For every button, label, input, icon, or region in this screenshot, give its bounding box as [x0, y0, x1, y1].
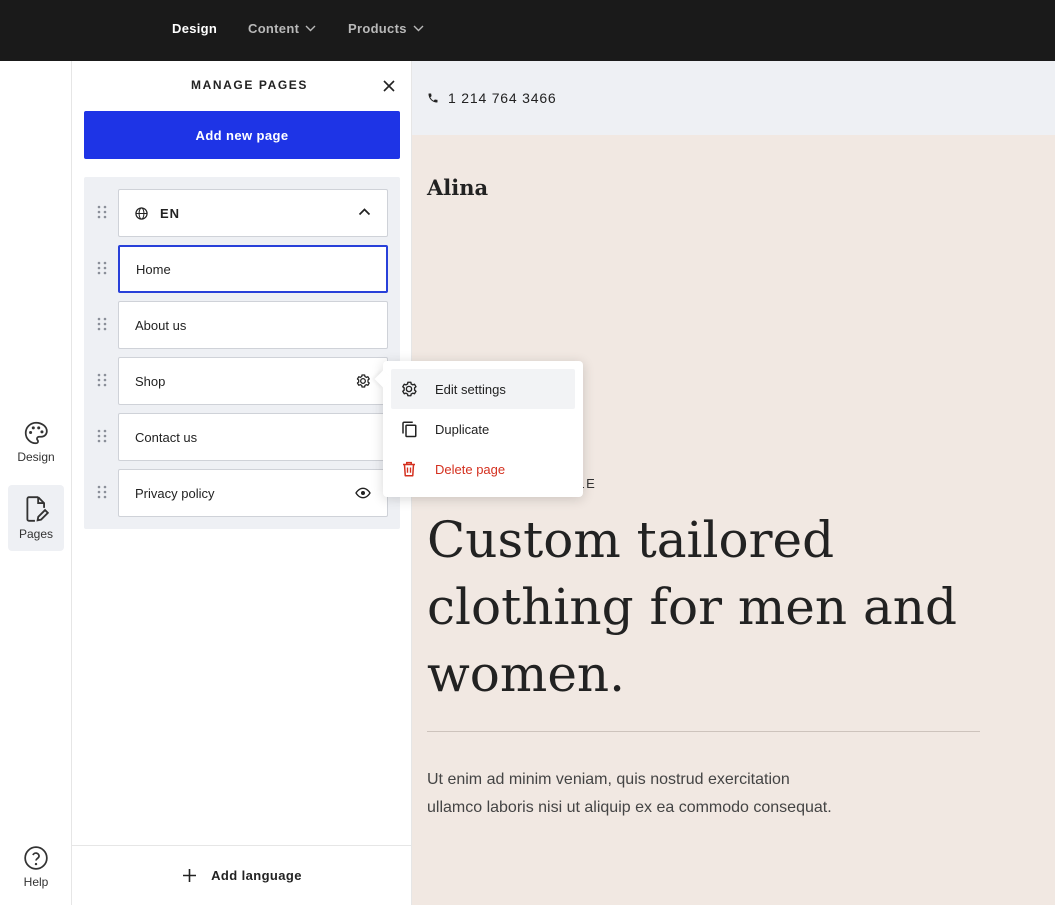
- menu-item-duplicate[interactable]: Duplicate: [391, 409, 575, 449]
- page-context-menu: Edit settings Duplicate Delete page: [374, 361, 583, 497]
- page-label: About us: [135, 317, 187, 333]
- nav-content[interactable]: Content: [248, 0, 316, 57]
- menu-item-delete-page[interactable]: Delete page: [391, 449, 575, 489]
- page-label: Privacy policy: [135, 485, 215, 501]
- phone-icon: [428, 93, 438, 103]
- page-tree: EN Home About us Shop Contact us Privacy…: [84, 177, 400, 529]
- globe-icon: [135, 206, 148, 220]
- menu-item-edit-settings[interactable]: Edit settings: [391, 369, 575, 409]
- page-row-shop[interactable]: Shop: [118, 357, 388, 405]
- plus-icon: [183, 869, 197, 882]
- hero-headline: Custom tailored clothing for men and wom…: [427, 511, 958, 703]
- language-label: EN: [160, 205, 181, 221]
- page-row-about-us[interactable]: About us: [118, 301, 388, 349]
- eye-icon[interactable]: [355, 485, 371, 501]
- trash-icon: [403, 461, 415, 477]
- rail-pages-label: Pages: [18, 527, 54, 541]
- language-row[interactable]: EN: [118, 189, 388, 237]
- page-label: Home: [136, 261, 171, 277]
- add-new-page-button[interactable]: Add new page: [84, 111, 400, 159]
- page-row-contact-us[interactable]: Contact us: [118, 413, 388, 461]
- page-edit-icon: [26, 496, 49, 522]
- drag-handle-icon[interactable]: [97, 317, 107, 331]
- top-bar: Design Content Products: [0, 0, 1055, 61]
- menu-item-label: Edit settings: [435, 381, 506, 397]
- rail-design-button[interactable]: Design: [8, 409, 64, 475]
- drag-handle-icon[interactable]: [97, 261, 107, 275]
- chevron-down-icon: [305, 25, 316, 32]
- add-language-label: Add language: [211, 868, 302, 883]
- page-label: Contact us: [135, 429, 198, 445]
- drag-handle-icon[interactable]: [97, 485, 107, 499]
- nav-design[interactable]: Design: [172, 0, 217, 57]
- rail-help-button[interactable]: Help: [8, 834, 64, 900]
- menu-item-label: Delete page: [435, 461, 506, 477]
- chevron-up-icon[interactable]: [358, 207, 371, 216]
- rail-help-label: Help: [23, 875, 49, 889]
- page-row-privacy-policy[interactable]: Privacy policy: [118, 469, 388, 517]
- nav-products-label: Products: [348, 21, 407, 36]
- nav-content-label: Content: [248, 21, 300, 36]
- page-label: Shop: [135, 373, 166, 389]
- left-rail: Design Pages Help: [0, 61, 72, 905]
- menu-item-label: Duplicate: [435, 421, 490, 437]
- site-brand: Alina: [427, 175, 489, 200]
- rail-pages-button[interactable]: Pages: [8, 485, 64, 551]
- nav-design-label: Design: [172, 21, 218, 36]
- manage-pages-panel: MANAGE PAGES Add new page EN Home About …: [72, 61, 412, 905]
- hero-body: Ut enim ad minim veniam, quis nostrud ex…: [427, 766, 887, 822]
- gear-icon[interactable]: [355, 373, 371, 389]
- palette-icon: [24, 421, 48, 445]
- rail-design-label: Design: [17, 450, 55, 464]
- copy-icon: [402, 421, 417, 438]
- panel-title: MANAGE PAGES: [191, 78, 308, 92]
- hero-body-line: ullamco laboris nisi ut aliquip ex ea co…: [427, 799, 832, 816]
- gear-icon: [402, 381, 417, 397]
- help-icon: [24, 846, 48, 870]
- hero-body-line: Ut enim ad minim veniam, quis nostrud ex…: [427, 771, 790, 788]
- drag-handle-icon[interactable]: [97, 373, 107, 387]
- phone-number: 1 214 764 3466: [448, 90, 557, 106]
- drag-handle-icon[interactable]: [97, 429, 107, 443]
- close-icon[interactable]: [381, 78, 397, 94]
- nav-products[interactable]: Products: [348, 0, 424, 57]
- drag-handle-icon[interactable]: [97, 205, 107, 219]
- preview-header: 1 214 764 3466: [412, 61, 1055, 135]
- page-row-home[interactable]: Home: [118, 245, 388, 293]
- add-language-button[interactable]: Add language: [72, 845, 412, 905]
- hero-divider: [427, 731, 980, 732]
- chevron-down-icon: [413, 25, 424, 32]
